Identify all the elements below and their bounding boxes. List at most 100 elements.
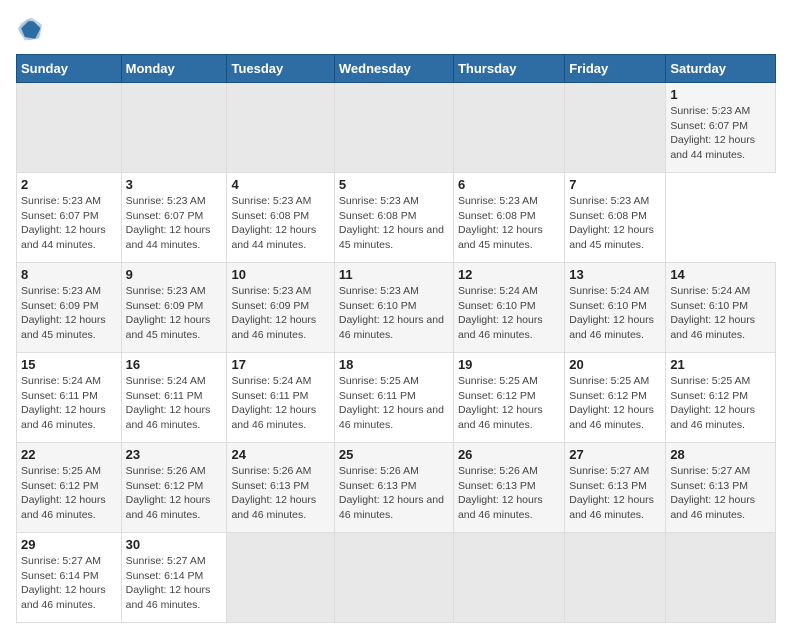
empty-cell [565,83,666,173]
calendar-day-cell: 9 Sunrise: 5:23 AMSunset: 6:09 PMDayligh… [121,263,227,353]
day-number: 13 [569,267,661,282]
calendar-day-cell: 12 Sunrise: 5:24 AMSunset: 6:10 PMDaylig… [453,263,564,353]
calendar-day-cell: 27 Sunrise: 5:27 AMSunset: 6:13 PMDaylig… [565,443,666,533]
calendar-day-cell: 2 Sunrise: 5:23 AMSunset: 6:07 PMDayligh… [17,173,122,263]
calendar-day-cell: 11 Sunrise: 5:23 AMSunset: 6:10 PMDaylig… [334,263,453,353]
day-info: Sunrise: 5:23 AMSunset: 6:10 PMDaylight:… [339,285,444,341]
calendar-day-cell: 28 Sunrise: 5:27 AMSunset: 6:13 PMDaylig… [666,443,776,533]
day-number: 24 [231,447,329,462]
day-number: 14 [670,267,771,282]
day-info: Sunrise: 5:27 AMSunset: 6:14 PMDaylight:… [126,555,211,611]
calendar-day-cell: 8 Sunrise: 5:23 AMSunset: 6:09 PMDayligh… [17,263,122,353]
day-info: Sunrise: 5:24 AMSunset: 6:11 PMDaylight:… [126,375,211,431]
day-number: 21 [670,357,771,372]
calendar-week-row: 15 Sunrise: 5:24 AMSunset: 6:11 PMDaylig… [17,353,776,443]
day-info: Sunrise: 5:24 AMSunset: 6:10 PMDaylight:… [458,285,543,341]
calendar-day-cell: 7 Sunrise: 5:23 AMSunset: 6:08 PMDayligh… [565,173,666,263]
calendar-day-cell: 5 Sunrise: 5:23 AMSunset: 6:08 PMDayligh… [334,173,453,263]
day-number: 6 [458,177,560,192]
calendar-day-cell: 19 Sunrise: 5:25 AMSunset: 6:12 PMDaylig… [453,353,564,443]
calendar-day-cell: 6 Sunrise: 5:23 AMSunset: 6:08 PMDayligh… [453,173,564,263]
day-number: 28 [670,447,771,462]
day-number: 8 [21,267,117,282]
day-info: Sunrise: 5:27 AMSunset: 6:13 PMDaylight:… [569,465,654,521]
day-number: 30 [126,537,223,552]
day-info: Sunrise: 5:24 AMSunset: 6:10 PMDaylight:… [670,285,755,341]
calendar-day-cell: 15 Sunrise: 5:24 AMSunset: 6:11 PMDaylig… [17,353,122,443]
day-number: 15 [21,357,117,372]
day-number: 18 [339,357,449,372]
day-info: Sunrise: 5:24 AMSunset: 6:11 PMDaylight:… [21,375,106,431]
day-number: 1 [670,87,771,102]
day-info: Sunrise: 5:26 AMSunset: 6:13 PMDaylight:… [339,465,444,521]
calendar-week-row: 22 Sunrise: 5:25 AMSunset: 6:12 PMDaylig… [17,443,776,533]
calendar-day-cell: 14 Sunrise: 5:24 AMSunset: 6:10 PMDaylig… [666,263,776,353]
calendar-day-cell: 29 Sunrise: 5:27 AMSunset: 6:14 PMDaylig… [17,533,122,623]
calendar-day-cell: 26 Sunrise: 5:26 AMSunset: 6:13 PMDaylig… [453,443,564,533]
day-number: 20 [569,357,661,372]
calendar-week-row: 29 Sunrise: 5:27 AMSunset: 6:14 PMDaylig… [17,533,776,623]
calendar-day-cell: 24 Sunrise: 5:26 AMSunset: 6:13 PMDaylig… [227,443,334,533]
calendar-day-cell: 20 Sunrise: 5:25 AMSunset: 6:12 PMDaylig… [565,353,666,443]
calendar-day-cell: 3 Sunrise: 5:23 AMSunset: 6:07 PMDayligh… [121,173,227,263]
day-number: 11 [339,267,449,282]
day-number: 4 [231,177,329,192]
empty-cell [227,83,334,173]
empty-cell [453,533,564,623]
calendar-day-cell: 22 Sunrise: 5:25 AMSunset: 6:12 PMDaylig… [17,443,122,533]
day-info: Sunrise: 5:24 AMSunset: 6:10 PMDaylight:… [569,285,654,341]
day-number: 29 [21,537,117,552]
day-number: 19 [458,357,560,372]
day-info: Sunrise: 5:23 AMSunset: 6:08 PMDaylight:… [231,195,316,251]
day-info: Sunrise: 5:25 AMSunset: 6:12 PMDaylight:… [458,375,543,431]
empty-cell [17,83,122,173]
empty-cell [565,533,666,623]
day-info: Sunrise: 5:26 AMSunset: 6:13 PMDaylight:… [458,465,543,521]
logo [16,16,48,44]
calendar-day-cell: 18 Sunrise: 5:25 AMSunset: 6:11 PMDaylig… [334,353,453,443]
empty-cell [334,533,453,623]
day-info: Sunrise: 5:25 AMSunset: 6:12 PMDaylight:… [569,375,654,431]
day-number: 12 [458,267,560,282]
day-info: Sunrise: 5:26 AMSunset: 6:12 PMDaylight:… [126,465,211,521]
day-number: 5 [339,177,449,192]
calendar-week-row: 2 Sunrise: 5:23 AMSunset: 6:07 PMDayligh… [17,173,776,263]
day-info: Sunrise: 5:24 AMSunset: 6:11 PMDaylight:… [231,375,316,431]
calendar-day-cell: 10 Sunrise: 5:23 AMSunset: 6:09 PMDaylig… [227,263,334,353]
calendar-table: SundayMondayTuesdayWednesdayThursdayFrid… [16,54,776,623]
header-monday: Monday [121,55,227,83]
calendar-day-cell: 21 Sunrise: 5:25 AMSunset: 6:12 PMDaylig… [666,353,776,443]
day-info: Sunrise: 5:25 AMSunset: 6:12 PMDaylight:… [670,375,755,431]
calendar-week-row: 1 Sunrise: 5:23 AMSunset: 6:07 PMDayligh… [17,83,776,173]
calendar-header-row: SundayMondayTuesdayWednesdayThursdayFrid… [17,55,776,83]
day-number: 10 [231,267,329,282]
day-number: 22 [21,447,117,462]
day-number: 7 [569,177,661,192]
header-saturday: Saturday [666,55,776,83]
logo-icon [16,16,44,44]
day-info: Sunrise: 5:23 AMSunset: 6:07 PMDaylight:… [21,195,106,251]
empty-cell [227,533,334,623]
day-info: Sunrise: 5:23 AMSunset: 6:09 PMDaylight:… [21,285,106,341]
header-wednesday: Wednesday [334,55,453,83]
calendar-day-cell: 16 Sunrise: 5:24 AMSunset: 6:11 PMDaylig… [121,353,227,443]
day-number: 26 [458,447,560,462]
day-info: Sunrise: 5:23 AMSunset: 6:08 PMDaylight:… [458,195,543,251]
day-number: 27 [569,447,661,462]
empty-cell [453,83,564,173]
day-info: Sunrise: 5:27 AMSunset: 6:14 PMDaylight:… [21,555,106,611]
day-number: 3 [126,177,223,192]
header-friday: Friday [565,55,666,83]
calendar-week-row: 8 Sunrise: 5:23 AMSunset: 6:09 PMDayligh… [17,263,776,353]
day-number: 25 [339,447,449,462]
header-tuesday: Tuesday [227,55,334,83]
header-thursday: Thursday [453,55,564,83]
calendar-day-cell: 25 Sunrise: 5:26 AMSunset: 6:13 PMDaylig… [334,443,453,533]
empty-cell [666,533,776,623]
empty-cell [121,83,227,173]
header-sunday: Sunday [17,55,122,83]
day-info: Sunrise: 5:23 AMSunset: 6:07 PMDaylight:… [670,105,755,161]
day-number: 2 [21,177,117,192]
calendar-day-cell: 17 Sunrise: 5:24 AMSunset: 6:11 PMDaylig… [227,353,334,443]
calendar-day-cell: 4 Sunrise: 5:23 AMSunset: 6:08 PMDayligh… [227,173,334,263]
